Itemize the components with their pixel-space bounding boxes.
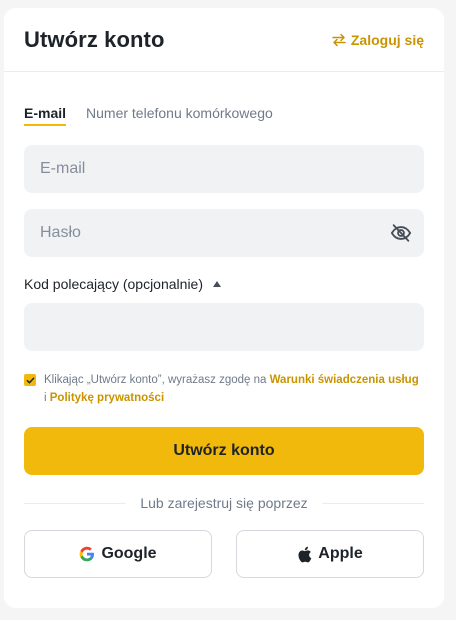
- divider-line-right: [321, 502, 424, 504]
- tab-email[interactable]: E-mail: [24, 104, 67, 128]
- signup-method-tabs: E-mail Numer telefonu komórkowego: [24, 104, 293, 128]
- referral-toggle[interactable]: Kod polecający (opcjonalnie): [24, 276, 221, 292]
- password-field[interactable]: Hasło: [24, 209, 424, 257]
- signup-card: Utwórz konto Zaloguj się E-mail Numer te…: [4, 8, 444, 608]
- terms-text: Klikając „Utwórz konto”, wyrażasz zgodę …: [44, 371, 424, 407]
- email-placeholder: E-mail: [40, 160, 86, 177]
- swap-arrows-icon: [332, 33, 346, 47]
- google-signup-button[interactable]: Google: [24, 530, 212, 578]
- card-header: Utwórz konto Zaloguj się: [4, 8, 444, 72]
- referral-code-field[interactable]: [24, 303, 424, 351]
- page-title: Utwórz konto: [24, 27, 165, 52]
- signup-page: Utwórz konto Zaloguj się E-mail Numer te…: [0, 0, 456, 620]
- social-divider: Lub zarejestruj się poprzez: [24, 493, 424, 513]
- divider-line-left: [24, 502, 127, 504]
- apple-icon: [298, 546, 312, 562]
- apple-signup-button[interactable]: Apple: [236, 530, 424, 578]
- login-link-label: Zaloguj się: [350, 32, 424, 48]
- eye-off-icon[interactable]: [390, 222, 412, 244]
- create-account-button[interactable]: Utwórz konto: [24, 427, 424, 475]
- check-icon: [26, 377, 34, 383]
- caret-up-icon: [213, 281, 221, 287]
- terms-checkbox[interactable]: [24, 374, 36, 386]
- email-field[interactable]: E-mail: [24, 145, 424, 193]
- terms-text-before: Klikając „Utwórz konto”, wyrażasz zgodę …: [44, 374, 270, 386]
- terms-agreement: Klikając „Utwórz konto”, wyrażasz zgodę …: [24, 371, 424, 407]
- login-link[interactable]: Zaloguj się: [332, 32, 424, 48]
- google-label: Google: [101, 545, 157, 562]
- terms-of-service-link[interactable]: Warunki świadczenia usług: [270, 374, 419, 386]
- privacy-policy-link[interactable]: Politykę prywatności: [50, 392, 164, 404]
- divider-text: Lub zarejestruj się poprzez: [140, 495, 308, 511]
- referral-label: Kod polecający (opcjonalnie): [24, 276, 203, 292]
- password-placeholder: Hasło: [40, 224, 81, 241]
- apple-label: Apple: [318, 545, 363, 562]
- tab-phone[interactable]: Numer telefonu komórkowego: [86, 104, 273, 128]
- google-icon: [80, 546, 95, 562]
